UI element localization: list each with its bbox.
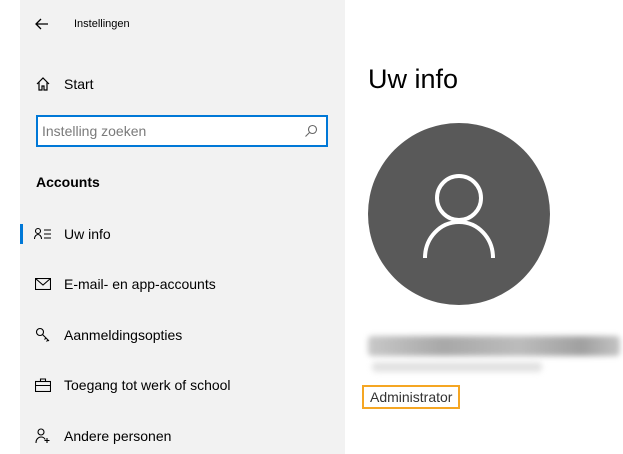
search-icon[interactable] (304, 124, 318, 138)
sidebar-item-uw-info[interactable]: Uw info (20, 216, 345, 252)
search-input[interactable] (38, 122, 294, 140)
title-bar: Instellingen (32, 12, 130, 36)
mail-icon (34, 275, 52, 293)
account-role-label: Administrator (362, 385, 461, 409)
sidebar-item-label: Andere personen (64, 428, 172, 444)
home-icon (34, 75, 52, 93)
sidebar: Instellingen Start Accounts Uw info E-ma… (20, 0, 345, 454)
back-arrow-icon[interactable] (32, 14, 52, 34)
section-heading-accounts: Accounts (36, 174, 100, 190)
add-person-icon (34, 427, 52, 445)
redacted-user-name (368, 336, 620, 356)
sidebar-item-andere-personen[interactable]: Andere personen (20, 418, 345, 454)
avatar (368, 123, 550, 305)
person-icon (423, 174, 495, 259)
sidebar-item-email[interactable]: E-mail- en app-accounts (20, 266, 345, 302)
page-title: Uw info (368, 64, 459, 94)
person-info-icon (34, 225, 52, 243)
active-indicator (20, 224, 23, 244)
sidebar-item-werk-school[interactable]: Toegang tot werk of school (20, 367, 345, 403)
nav-home[interactable]: Start (20, 66, 345, 102)
key-icon (34, 326, 52, 344)
redacted-user-email (372, 362, 542, 372)
sidebar-item-label: E-mail- en app-accounts (64, 276, 216, 292)
briefcase-icon (34, 376, 52, 394)
sidebar-item-label: Uw info (64, 226, 111, 242)
sidebar-item-label: Aanmeldingsopties (64, 327, 183, 343)
search-box[interactable] (36, 115, 328, 147)
sidebar-item-aanmeldingsopties[interactable]: Aanmeldingsopties (20, 317, 345, 353)
window-title: Instellingen (74, 18, 130, 30)
nav-home-label: Start (64, 76, 94, 92)
sidebar-item-label: Toegang tot werk of school (64, 377, 231, 393)
